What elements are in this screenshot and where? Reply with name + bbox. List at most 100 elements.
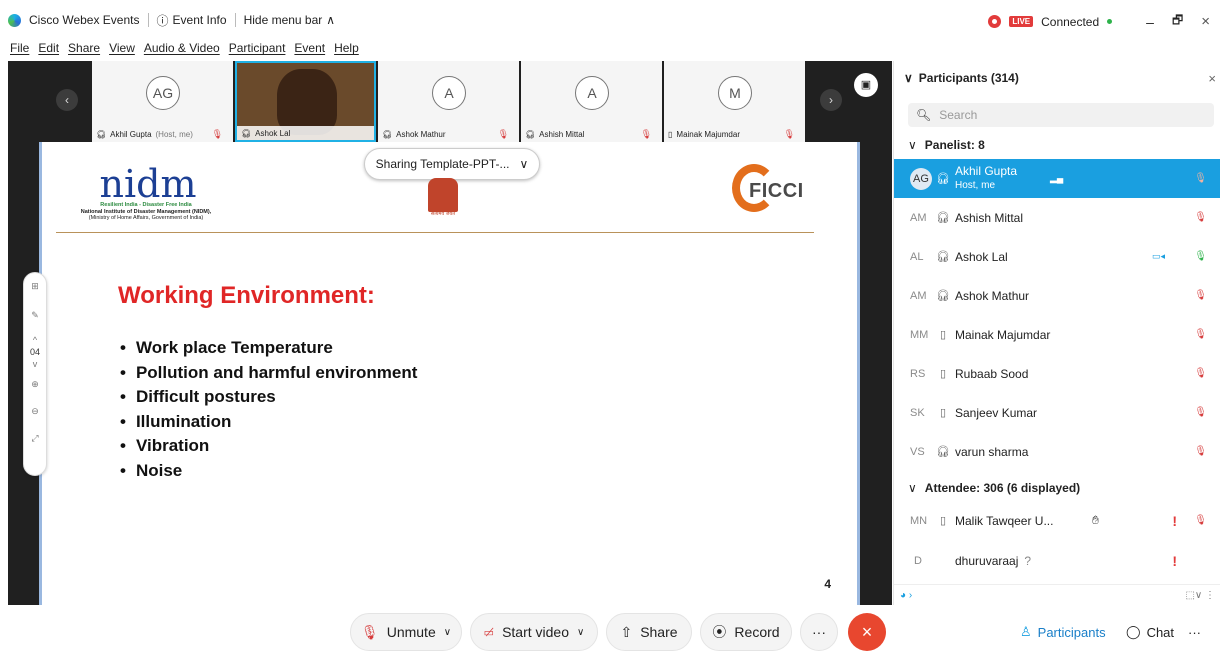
annotate-icon[interactable]: ✎ xyxy=(31,310,39,321)
participant-row[interactable]: VS 🎧︎ varun sharma 🎙︎ xyxy=(894,432,1220,471)
participant-row[interactable]: MN ▯ Malik Tawqeer U... ✋︎ ! 🎙︎ xyxy=(894,501,1220,540)
participant-row[interactable]: AM 🎧︎ Ashish Mittal 🎙︎ xyxy=(894,198,1220,237)
menu-participant[interactable]: Participant xyxy=(229,41,286,55)
participant-tile-akhil[interactable]: AG 🎧︎ Akhil Gupta (Host, me) 🎙︎ xyxy=(92,61,233,142)
current-page: 04 xyxy=(29,347,40,357)
page-down-icon[interactable]: v xyxy=(33,359,38,369)
close-window-button[interactable]: × xyxy=(1201,13,1210,30)
nidm-tagline: Resilient India - Disaster Free India Na… xyxy=(56,202,236,222)
fit-icon[interactable]: ⤢ xyxy=(31,433,38,444)
panelist-section-header[interactable]: ∨ Panelist: 8 xyxy=(908,138,985,152)
thumbnails-icon[interactable]: ⊞ xyxy=(31,281,39,292)
panel-header: ∨ Participants (314) xyxy=(904,71,1019,85)
participant-row[interactable]: RS ▯ Rubaab Sood 🎙︎ xyxy=(894,354,1220,393)
avatar: VS xyxy=(910,445,925,458)
chevron-down-icon: ∨ xyxy=(908,481,917,495)
filmstrip-next-button[interactable]: › xyxy=(820,89,842,111)
participant-name: Sanjeev Kumar xyxy=(955,405,1038,420)
globe-icon[interactable]: ◕ › xyxy=(900,590,912,601)
mobile-icon: ▯ xyxy=(939,515,947,527)
chevron-down-icon[interactable]: ∨ xyxy=(577,627,584,638)
webex-logo-icon xyxy=(8,13,21,27)
participant-tile-ashok-mathur[interactable]: A 🎧︎ Ashok Mathur 🎙︎ xyxy=(378,61,519,142)
end-call-button[interactable]: × xyxy=(848,613,886,651)
tile-name: Mainak Majumdar xyxy=(676,129,740,139)
bullet-list: Work place Temperature Pollution and har… xyxy=(120,336,417,483)
minimize-button[interactable]: – xyxy=(1146,14,1154,30)
headset-icon: 🎧︎ xyxy=(96,129,107,139)
filmstrip-prev-button[interactable]: ‹ xyxy=(56,89,78,111)
participant-tile-ashish[interactable]: A 🎧︎ Ashish Mittal 🎙︎ xyxy=(521,61,662,142)
mic-muted-icon[interactable]: 🎙︎ xyxy=(1194,329,1207,340)
record-icon: ⦿ xyxy=(712,624,727,640)
participant-tile-ashok-lal[interactable]: 🎧︎ Ashok Lal xyxy=(235,61,376,142)
mic-muted-icon[interactable]: 🎙︎ xyxy=(1194,290,1207,301)
alert-icon: ! xyxy=(1172,512,1177,529)
start-video-button[interactable]: ▭̸ Start video ∨ xyxy=(470,613,598,651)
zoom-out-icon[interactable]: ⊖ xyxy=(31,406,39,417)
mic-muted-icon[interactable]: 🎙︎ xyxy=(1194,446,1207,457)
app-name: Cisco Webex Events xyxy=(29,13,140,27)
mic-muted-icon[interactable]: 🎙︎ xyxy=(1194,368,1207,379)
restore-button[interactable]: 🗗 xyxy=(1172,11,1183,32)
menu-share[interactable]: Share xyxy=(68,41,100,55)
mic-muted-icon[interactable]: 🎙︎ xyxy=(1194,407,1207,418)
more-options-button[interactable]: ··· xyxy=(800,613,838,651)
share-icon: ⇧ xyxy=(620,623,633,640)
avatar: A xyxy=(432,76,466,110)
mic-muted-icon[interactable]: 🎙︎ xyxy=(1194,212,1207,223)
participant-row[interactable]: D dhuruvaraaj ? ! xyxy=(894,541,1220,580)
more-actions-icon[interactable]: ⬚∨ ⋮ xyxy=(1185,590,1215,601)
chevron-down-icon[interactable]: ∨ xyxy=(444,627,451,638)
page-up-icon[interactable]: ^ xyxy=(33,335,37,345)
hide-menu-button[interactable]: Hide menu bar ∧ xyxy=(244,13,336,27)
menu-event[interactable]: Event xyxy=(294,41,325,55)
zoom-in-icon[interactable]: ⊕ xyxy=(31,379,39,390)
close-panel-icon[interactable]: × xyxy=(1208,71,1216,86)
bullet-item: Work place Temperature xyxy=(120,336,417,361)
headset-icon: 🎧︎ xyxy=(936,212,950,224)
menu-help[interactable]: Help xyxy=(334,41,359,55)
video-filmstrip: ‹ AG 🎧︎ Akhil Gupta (Host, me) 🎙︎ 🎧︎ Ash… xyxy=(8,61,892,142)
mic-muted-icon[interactable]: 🎙︎ xyxy=(1194,173,1207,184)
menu-edit[interactable]: Edit xyxy=(38,41,59,55)
person-icon: ♙ xyxy=(1020,624,1032,639)
unmute-button[interactable]: 🎙︎ Unmute ∨ xyxy=(350,613,462,651)
mic-muted-icon[interactable]: 🎙︎ xyxy=(1194,515,1207,526)
share-button[interactable]: ⇧ Share xyxy=(606,613,692,651)
participant-name: Ashok Mathur xyxy=(955,288,1030,303)
more-label: ··· xyxy=(812,624,826,640)
participants-toggle-button[interactable]: ♙ Participants xyxy=(1012,614,1114,650)
slide-page-number: 4 xyxy=(824,577,831,591)
participant-row[interactable]: AM 🎧︎ Ashok Mathur 🎙︎ xyxy=(894,276,1220,315)
divider xyxy=(234,13,236,27)
connection-dot-icon xyxy=(1107,19,1113,24)
headset-icon: 🎧︎ xyxy=(241,128,252,138)
attendee-section-header[interactable]: ∨ Attendee: 306 (6 displayed) xyxy=(908,481,1080,495)
menu-audio-video[interactable]: Audio & Video xyxy=(144,41,220,55)
participant-row[interactable]: AG 🎧︎ Akhil Gupta Host, me ▂▄ 🎙︎ xyxy=(894,159,1220,198)
menu-file[interactable]: File xyxy=(10,41,29,55)
title-bar: Cisco Webex Events ⓘ Event Info Hide men… xyxy=(0,0,1220,38)
participant-tile-mainak[interactable]: M ▯ Mainak Majumdar 🎙︎ xyxy=(664,61,805,142)
menu-view[interactable]: View xyxy=(109,41,135,55)
mic-on-icon[interactable]: 🎙︎ xyxy=(1194,251,1207,262)
search-input[interactable]: 🔍︎ Search xyxy=(908,103,1214,127)
chevron-down-icon[interactable]: ∨ xyxy=(904,71,913,85)
participants-label: Participants xyxy=(1037,624,1106,640)
participant-row[interactable]: MM ▯ Mainak Majumdar 🎙︎ xyxy=(894,315,1220,354)
meeting-controls: 🎙︎ Unmute ∨ ▭̸ Start video ∨ ⇧ Share ⦿ R… xyxy=(0,605,1220,653)
menu-bar: File Edit Share View Audio & Video Parti… xyxy=(0,38,1220,58)
participant-row[interactable]: AL 🎧︎ Ashok Lal ▭◂ 🎙︎ xyxy=(894,237,1220,276)
chat-toggle-button[interactable]: ◯ Chat xyxy=(1118,614,1182,650)
layout-icon[interactable]: ▣ xyxy=(854,73,878,97)
event-info-button[interactable]: ⓘ Event Info xyxy=(157,12,227,29)
mobile-icon: ▯ xyxy=(668,129,673,139)
participant-row[interactable]: SK ▯ Sanjeev Kumar 🎙︎ xyxy=(894,393,1220,432)
record-button[interactable]: ⦿ Record xyxy=(700,613,792,651)
panel-more-button[interactable]: ··· xyxy=(1180,614,1209,650)
chat-icon: ◯ xyxy=(1126,624,1141,639)
header-divider xyxy=(56,232,814,233)
live-badge: LIVE xyxy=(1009,16,1034,27)
name-text: Akhil Gupta xyxy=(955,164,1018,178)
